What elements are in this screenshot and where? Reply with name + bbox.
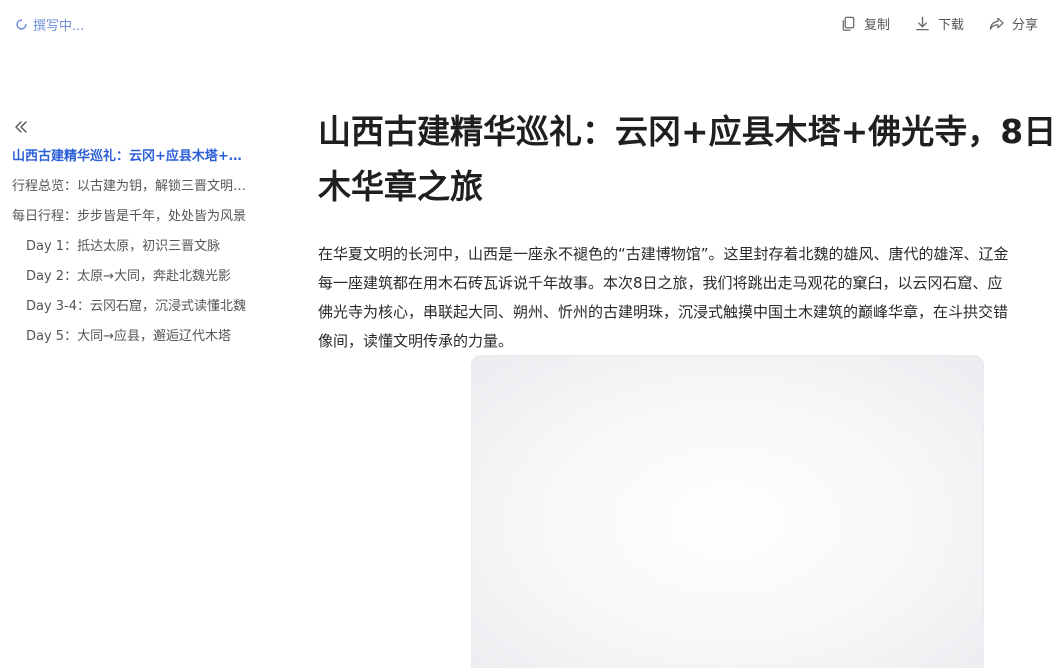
article-intro: 在华夏文明的长河中，山西是一座永不褪色的“古建博物馆”。这里封存着北魏的雄风、唐… [318, 240, 1054, 356]
outline-item-day1[interactable]: Day 1：抵达太原，初识三晋文脉 [12, 232, 252, 262]
outline-item-day2[interactable]: Day 2：太原→大同，奔赴北魏光影 [12, 262, 252, 292]
article: 山西古建精华巡礼：云冈+应县木塔+佛光寺，8日 木华章之旅 在华夏文明的长河中，… [318, 104, 1054, 356]
writing-status: 撰写中... [16, 15, 84, 34]
toolbar: 复制 下载 分享 [840, 14, 1038, 33]
share-icon [989, 17, 1004, 30]
outline-item-overview[interactable]: 行程总览：以古建为钥，解锁三晋文明密码 [12, 172, 252, 202]
article-title-line2: 木华章之旅 [318, 167, 483, 206]
article-title-line1: 山西古建精华巡礼：云冈+应县木塔+佛光寺，8日 [318, 112, 1054, 151]
outline-item-day3-4[interactable]: Day 3-4：云冈石窟，沉浸式读懂北魏 [12, 292, 252, 322]
intro-line: 佛光寺为核心，串联起大同、朔州、忻州的古建明珠，沉浸式触摸中国土木建筑的巅峰华章… [318, 303, 1009, 321]
collapse-sidebar-icon[interactable] [12, 118, 30, 136]
intro-line: 像间，读懂文明传承的力量。 [318, 332, 514, 350]
copy-icon [842, 16, 855, 31]
page: 撰写中... 复制 下载 分享 山西古建精华巡礼：云冈+应县木塔+佛 行程总览：… [0, 0, 1054, 668]
intro-line: 每一座建筑都在用木石砖瓦诉说千年故事。本次8日之旅，我们将跳出走马观花的窠臼，以… [318, 274, 1003, 292]
copy-button[interactable]: 复制 [840, 14, 890, 33]
image-loading-placeholder [471, 355, 984, 668]
download-button[interactable]: 下载 [914, 14, 964, 33]
loading-spinner-icon [16, 19, 27, 30]
outline-item-title[interactable]: 山西古建精华巡礼：云冈+应县木塔+佛光寺，8日木华章之旅 [12, 142, 252, 172]
intro-line: 在华夏文明的长河中，山西是一座永不褪色的“古建博物馆”。这里封存着北魏的雄风、唐… [318, 245, 1009, 263]
outline-item-daily[interactable]: 每日行程：步步皆是千年，处处皆为风景 [12, 202, 252, 232]
download-icon [916, 16, 929, 31]
outline-sidebar: 山西古建精华巡礼：云冈+应县木塔+佛光寺，8日木华章之旅 行程总览：以古建为钥，… [12, 118, 252, 352]
outline-item-day5[interactable]: Day 5：大同→应县，邂逅辽代木塔 [12, 322, 252, 352]
download-label: 下载 [937, 18, 964, 33]
share-label: 分享 [1011, 18, 1038, 33]
share-button[interactable]: 分享 [988, 14, 1038, 33]
copy-label: 复制 [863, 18, 890, 33]
writing-status-text: 撰写中... [33, 19, 85, 34]
